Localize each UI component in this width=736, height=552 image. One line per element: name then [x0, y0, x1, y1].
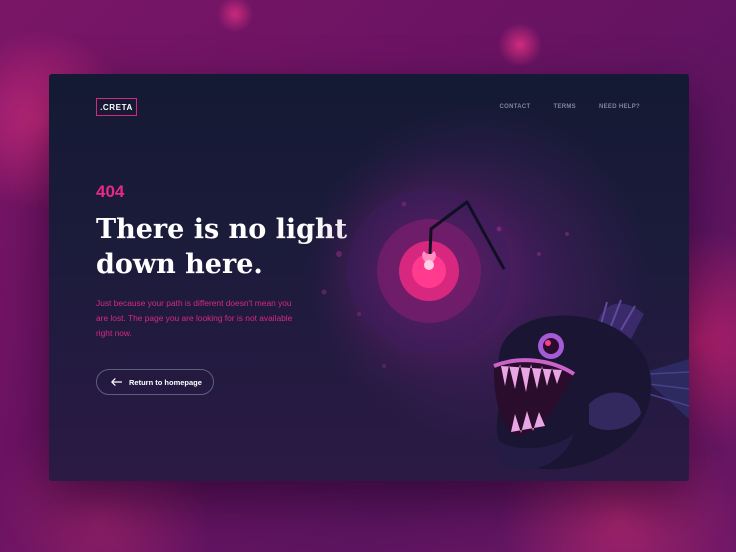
anglerfish-illustration: [299, 141, 689, 470]
arrow-left-icon: [111, 378, 122, 386]
return-home-button[interactable]: Return to homepage: [96, 369, 214, 395]
error-card: .CRETA CONTACT TERMS NEED HELP? 404 Ther…: [49, 74, 689, 481]
error-code: 404: [96, 182, 125, 201]
nav-link-contact[interactable]: CONTACT: [500, 104, 531, 110]
nav-link-terms[interactable]: TERMS: [553, 104, 576, 110]
error-description: Just because your path is different does…: [96, 298, 293, 338]
nav-link-need-help[interactable]: NEED HELP?: [599, 104, 640, 110]
top-nav: CONTACT TERMS NEED HELP?: [500, 104, 641, 110]
return-home-label: Return to homepage: [129, 377, 202, 387]
brand-logo[interactable]: .CRETA: [96, 98, 137, 116]
